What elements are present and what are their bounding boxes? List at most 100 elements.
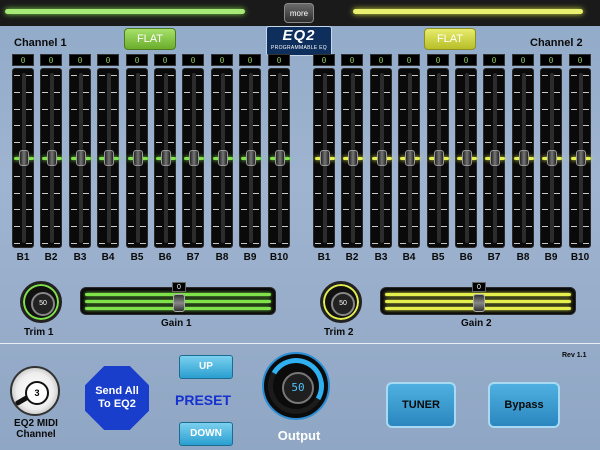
channel2-band-7-slider[interactable]: 0 <box>483 54 505 250</box>
channel1-band-8-tick <box>225 226 231 227</box>
channel2-band-1-tick <box>327 209 333 210</box>
gain1-slider[interactable]: 0 <box>80 282 276 315</box>
channel2-band-2-tick <box>355 92 361 93</box>
more-button[interactable]: more <box>284 3 314 23</box>
trim2-knob[interactable]: 50 <box>320 281 362 323</box>
channel1-band-7-slider[interactable]: 0 <box>182 54 204 250</box>
channel2-band-1-tick <box>315 176 321 177</box>
channel1-band-9-tick <box>241 193 247 194</box>
channel2-band-2-tick <box>355 226 361 227</box>
channel2-band-5-slider[interactable]: 0 <box>427 54 449 250</box>
channel1-band-3-slider[interactable]: 0 <box>69 54 91 250</box>
channel2-band-6-knob[interactable] <box>462 150 472 166</box>
channel1-band-8-tick <box>213 109 219 110</box>
channel2-band-1-knob[interactable] <box>320 150 330 166</box>
channel1-band-5-slider[interactable]: 0 <box>126 54 148 250</box>
channel2-band-8-slider[interactable]: 0 <box>512 54 534 250</box>
channel2-band-2-tick <box>343 92 349 93</box>
channel2-band-6-tick <box>469 109 475 110</box>
channel2-band-10-tick <box>571 176 577 177</box>
channel1-band-9-tick <box>241 209 247 210</box>
channel1-band-6-slider[interactable]: 0 <box>154 54 176 250</box>
channel2-band-9-knob[interactable] <box>547 150 557 166</box>
channel1-band-9-value: 0 <box>239 54 261 66</box>
channel1-band-4-slider[interactable]: 0 <box>97 54 119 250</box>
channel2-band-4-slider[interactable]: 0 <box>398 54 420 250</box>
revision-label: Rev 1.1 <box>562 352 587 359</box>
channel2-band-3-slider[interactable]: 0 <box>370 54 392 250</box>
channel2-band-3-knob[interactable] <box>377 150 387 166</box>
channel1-band-9-tick <box>253 226 259 227</box>
channel1-band-10-tick <box>270 92 276 93</box>
channel2-band-9-slider[interactable]: 0 <box>540 54 562 250</box>
top-bar: more <box>0 0 600 26</box>
channel2-band-10-knob[interactable] <box>576 150 586 166</box>
channel1-band-9-slider[interactable]: 0 <box>239 54 261 250</box>
channel1-band-10-track <box>268 68 290 248</box>
channel2-band-1-tick <box>315 193 321 194</box>
channel2-band-2-tick <box>343 209 349 210</box>
channel1-band-1-knob[interactable] <box>19 150 29 166</box>
channel1-band-3-knob[interactable] <box>76 150 86 166</box>
preset-up-button[interactable]: UP <box>179 355 233 379</box>
channel2-band-5-tick <box>441 125 447 126</box>
channel1-band-7-knob[interactable] <box>189 150 199 166</box>
channel2-band-5-tick <box>441 176 447 177</box>
gain2-knob[interactable]: 0 <box>472 282 486 320</box>
channel1-band-10-tick <box>282 125 288 126</box>
channel1-band-1-tick <box>26 193 32 194</box>
channel1-band-4-knob[interactable] <box>104 150 114 166</box>
channel1-band-2-tick <box>42 209 48 210</box>
channel1-band-7-tick <box>184 142 190 143</box>
channel2-band-10-slider[interactable]: 0 <box>569 54 591 250</box>
output-knob[interactable]: 50 <box>261 351 331 421</box>
channel2-band-6-tick <box>469 92 475 93</box>
preset-down-button[interactable]: DOWN <box>179 422 233 446</box>
channel1-band-10-slider[interactable]: 0 <box>268 54 290 250</box>
tuner-button[interactable]: TUNER <box>386 382 456 428</box>
channel1-band-8-slider[interactable]: 0 <box>211 54 233 250</box>
channel1-band-8-knob[interactable] <box>218 150 228 166</box>
channel1-band-10-knob[interactable] <box>275 150 285 166</box>
channel2-band-5-knob[interactable] <box>434 150 444 166</box>
channel2-flat-button[interactable]: FLAT <box>424 28 476 50</box>
channel1-band-7-tick <box>196 75 202 76</box>
gain1-knob[interactable]: 0 <box>172 282 186 320</box>
channel2-band-8-knob[interactable] <box>519 150 529 166</box>
channel1-band-4-track <box>97 68 119 248</box>
channel2-band-7-tick <box>485 142 491 143</box>
channel2-band-2-knob[interactable] <box>348 150 358 166</box>
channel2-band-5-tick <box>429 109 435 110</box>
gain1-knob-body <box>173 294 185 312</box>
midi-channel-value: 3 <box>25 381 49 405</box>
channel2-band-10-tick <box>583 209 589 210</box>
channel1-band-10-tick <box>270 75 276 76</box>
channel1-band-7-tick <box>184 209 190 210</box>
channel1-band-1-slider[interactable]: 0 <box>12 54 34 250</box>
channel2-label: Channel 2 <box>530 37 583 49</box>
channel1-band-2-slider[interactable]: 0 <box>40 54 62 250</box>
channel2-band-4-knob[interactable] <box>405 150 415 166</box>
channel1-band-3-tick <box>83 176 89 177</box>
channel2-band-7-tick <box>497 176 503 177</box>
channel2-band-6-slider[interactable]: 0 <box>455 54 477 250</box>
channel2-band-1-slider[interactable]: 0 <box>313 54 335 250</box>
trim1-knob[interactable]: 50 <box>20 281 62 323</box>
channel1-band-5-knob[interactable] <box>133 150 143 166</box>
channel1-band-8-tick <box>225 142 231 143</box>
trim2-label: Trim 2 <box>324 327 354 338</box>
send-all-button[interactable]: Send All To EQ2 <box>85 366 149 430</box>
channel1-band-3-tick <box>71 75 77 76</box>
gain2-slider[interactable]: 0 <box>380 282 576 315</box>
channel2-band-2-slider[interactable]: 0 <box>341 54 363 250</box>
channel1-band-9-knob[interactable] <box>246 150 256 166</box>
channel2-band-4-tick <box>400 243 406 244</box>
channel2-band-7-knob[interactable] <box>490 150 500 166</box>
channel2-band-5-tick <box>429 92 435 93</box>
channel1-band-5-tick <box>128 243 134 244</box>
midi-channel-knob[interactable]: 3 <box>10 366 60 416</box>
channel1-flat-button[interactable]: FLAT <box>124 28 176 50</box>
channel1-band-6-knob[interactable] <box>161 150 171 166</box>
bypass-button[interactable]: Bypass <box>488 382 560 428</box>
channel1-band-2-knob[interactable] <box>47 150 57 166</box>
